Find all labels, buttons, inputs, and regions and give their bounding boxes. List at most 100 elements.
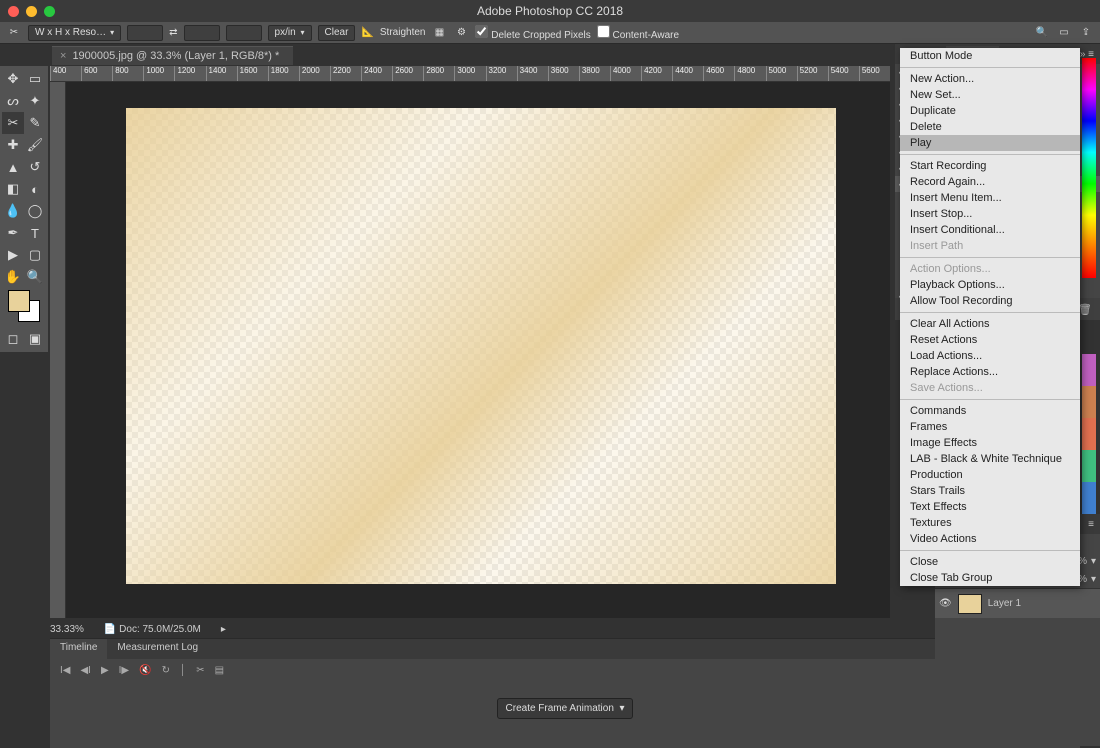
flyout-item[interactable]: Start Recording <box>900 158 1080 174</box>
flyout-item[interactable]: Allow Tool Recording <box>900 293 1080 309</box>
quick-mask-icon[interactable]: ◻ <box>2 328 24 350</box>
flyout-item[interactable]: Stars Trails <box>900 483 1080 499</box>
eraser-tool[interactable]: ◧ <box>2 178 24 200</box>
flyout-item[interactable]: Duplicate <box>900 103 1080 119</box>
flyout-item[interactable]: Delete <box>900 119 1080 135</box>
flyout-item[interactable]: Record Again... <box>900 174 1080 190</box>
quick-select-tool[interactable]: ✦ <box>24 90 46 112</box>
move-tool[interactable]: ✥ <box>2 68 24 90</box>
workspace-icon[interactable]: ▭ <box>1056 25 1072 41</box>
flyout-item[interactable]: Reset Actions <box>900 332 1080 348</box>
flyout-item[interactable]: New Action... <box>900 71 1080 87</box>
flyout-item: Action Options... <box>900 261 1080 277</box>
straighten-label[interactable]: Straighten <box>380 27 426 38</box>
brush-tool[interactable]: 🖌 <box>24 134 46 156</box>
layer-thumbnail[interactable] <box>958 594 982 614</box>
document-canvas[interactable] <box>126 108 836 584</box>
flyout-item[interactable]: Video Actions <box>900 531 1080 547</box>
crop-preset-select[interactable]: W x H x Reso… <box>28 25 121 41</box>
foreground-color-swatch[interactable] <box>8 290 30 312</box>
overlay-icon[interactable]: ▦ <box>431 25 447 41</box>
status-chevron-icon[interactable]: ▸ <box>221 624 226 635</box>
flyout-item[interactable]: Replace Actions... <box>900 364 1080 380</box>
transition-icon[interactable]: ▤ <box>215 665 224 676</box>
flyout-item[interactable]: Image Effects <box>900 435 1080 451</box>
straighten-icon[interactable]: 📐 <box>361 27 373 38</box>
maximize-window-icon[interactable] <box>44 6 55 17</box>
layer-row[interactable]: 👁 Layer 1 <box>935 588 1100 618</box>
screen-mode-icon[interactable]: ▣ <box>24 328 46 350</box>
crop-res-input[interactable] <box>226 25 262 41</box>
path-select-tool[interactable]: ▶ <box>2 244 24 266</box>
color-spectrum[interactable] <box>1082 58 1096 278</box>
minimize-window-icon[interactable] <box>26 6 37 17</box>
layers-menu-icon[interactable]: ≡ <box>1082 516 1100 533</box>
flyout-item[interactable]: Button Mode <box>900 48 1080 64</box>
gradient-tool[interactable]: ◐ <box>24 178 46 200</box>
clear-button[interactable]: Clear <box>318 25 356 41</box>
flyout-item[interactable]: Frames <box>900 419 1080 435</box>
flyout-item[interactable]: Textures <box>900 515 1080 531</box>
prev-frame-icon[interactable]: ◀I <box>80 665 90 676</box>
lasso-tool[interactable]: ᔕ <box>2 90 24 112</box>
close-window-icon[interactable] <box>8 6 19 17</box>
actions-flyout-menu[interactable]: Button Mode New Action...New Set...Duplic… <box>900 48 1080 586</box>
delete-cropped-checkbox[interactable]: Delete Cropped Pixels <box>475 25 590 41</box>
content-aware-checkbox[interactable]: Content-Aware <box>597 25 679 41</box>
flyout-item[interactable]: Close Tab Group <box>900 570 1080 586</box>
stamp-tool[interactable]: ▲ <box>2 156 24 178</box>
flyout-item[interactable]: Production <box>900 467 1080 483</box>
close-tab-icon[interactable]: × <box>60 50 66 62</box>
color-swatches[interactable] <box>2 288 46 328</box>
crop-width-input[interactable] <box>127 25 163 41</box>
crop-tool[interactable]: ✂ <box>2 112 24 134</box>
swatch-strip[interactable] <box>1082 354 1096 514</box>
swap-icon[interactable]: ⇄ <box>169 27 177 38</box>
flyout-item[interactable]: Load Actions... <box>900 348 1080 364</box>
search-icon[interactable]: 🔍 <box>1034 25 1050 41</box>
split-icon[interactable]: ✂ <box>196 665 204 676</box>
play-icon[interactable]: ▶ <box>101 665 109 676</box>
healing-tool[interactable]: ✚ <box>2 134 24 156</box>
crop-unit-select[interactable]: px/in <box>268 25 312 41</box>
dodge-tool[interactable]: ◯ <box>24 200 46 222</box>
history-brush-tool[interactable]: ↺ <box>24 156 46 178</box>
flyout-item[interactable]: Play <box>900 135 1080 151</box>
flyout-item[interactable]: Text Effects <box>900 499 1080 515</box>
zoom-tool[interactable]: 🔍 <box>24 266 46 288</box>
tab-measurement-log[interactable]: Measurement Log <box>107 639 208 659</box>
flyout-item[interactable]: Insert Menu Item... <box>900 190 1080 206</box>
flyout-item[interactable]: Close <box>900 554 1080 570</box>
marquee-tool[interactable]: ▭ <box>24 68 46 90</box>
next-frame-icon[interactable]: I▶ <box>119 665 129 676</box>
share-icon[interactable]: ⇪ <box>1078 25 1094 41</box>
loop-icon[interactable]: ↻ <box>162 665 170 676</box>
crop-tool-icon[interactable]: ✂ <box>6 25 22 41</box>
flyout-item[interactable]: Insert Conditional... <box>900 222 1080 238</box>
eyedropper-tool[interactable]: ✎ <box>24 112 46 134</box>
blur-tool[interactable]: 💧 <box>2 200 24 222</box>
flyout-item[interactable]: Insert Stop... <box>900 206 1080 222</box>
settings-gear-icon[interactable]: ⚙ <box>453 25 469 41</box>
pen-tool[interactable]: ✒ <box>2 222 24 244</box>
shape-tool[interactable]: ▢ <box>24 244 46 266</box>
flyout-item[interactable]: Playback Options... <box>900 277 1080 293</box>
flyout-item[interactable]: Commands <box>900 403 1080 419</box>
first-frame-icon[interactable]: I◀ <box>60 665 70 676</box>
window-traffic-lights[interactable] <box>8 6 55 17</box>
layer-name[interactable]: Layer 1 <box>988 598 1021 609</box>
visibility-eye-icon[interactable]: 👁 <box>939 598 952 609</box>
create-frame-animation-button[interactable]: Create Frame Animation ▾ <box>497 698 634 719</box>
app-title: Adobe Photoshop CC 2018 <box>0 0 1100 22</box>
flyout-item[interactable]: New Set... <box>900 87 1080 103</box>
trash-icon[interactable]: 🗑 <box>1078 303 1092 316</box>
document-tab[interactable]: ×1900005.jpg @ 33.3% (Layer 1, RGB/8*) * <box>52 46 293 65</box>
audio-icon[interactable]: 🔇 <box>139 665 151 676</box>
flyout-item[interactable]: Clear All Actions <box>900 316 1080 332</box>
crop-height-input[interactable] <box>184 25 220 41</box>
hand-tool[interactable]: ✋ <box>2 266 24 288</box>
zoom-level[interactable]: 33.33% <box>50 624 84 635</box>
flyout-item[interactable]: LAB - Black & White Technique <box>900 451 1080 467</box>
type-tool[interactable]: T <box>24 222 46 244</box>
tab-timeline[interactable]: Timeline <box>50 639 107 659</box>
